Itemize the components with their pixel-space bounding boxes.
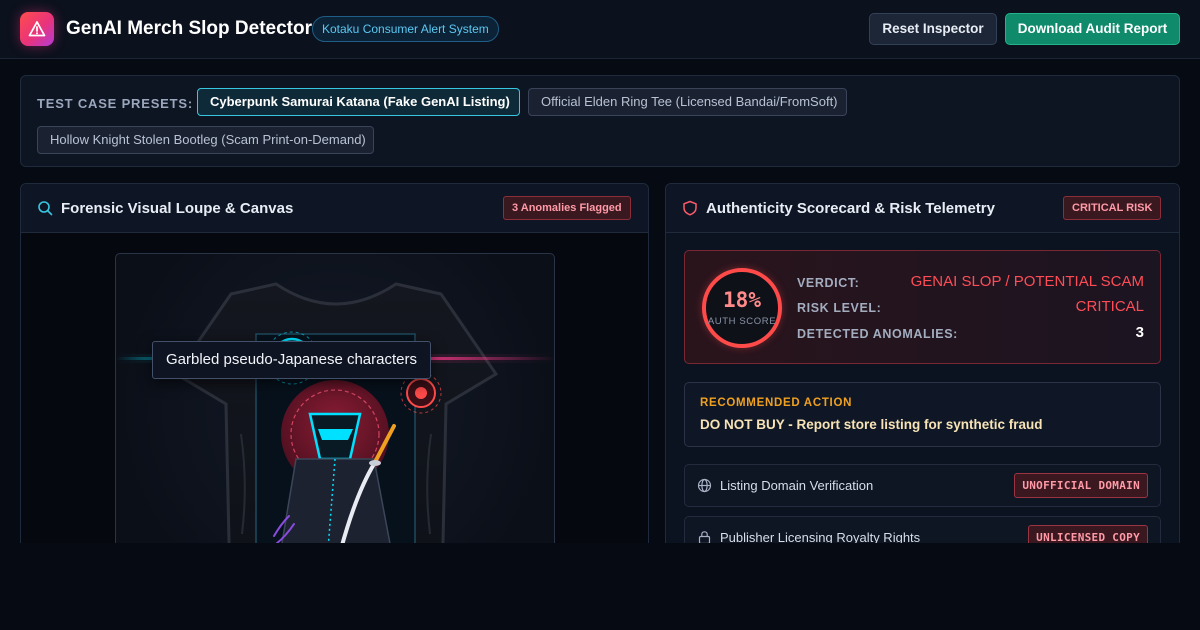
anomaly-tooltip: Garbled pseudo-Japanese characters <box>152 341 431 379</box>
loupe-panel-title: Forensic Visual Loupe & Canvas <box>61 200 294 217</box>
critical-risk-badge: CRITICAL RISK <box>1063 196 1162 220</box>
check-row-domain-verification[interactable]: Listing Domain Verification UNOFFICIAL D… <box>684 464 1161 507</box>
shield-icon <box>682 200 698 221</box>
preset-chip-hollow-knight-bootleg[interactable]: Hollow Knight Stolen Bootleg (Scam Print… <box>37 126 374 154</box>
preset-chip-elden-ring-tee[interactable]: Official Elden Ring Tee (Licensed Bandai… <box>528 88 847 116</box>
scorecard-panel-title: Authenticity Scorecard & Risk Telemetry <box>706 200 995 217</box>
download-audit-report-button[interactable]: Download Audit Report <box>1005 13 1180 45</box>
app-title: GenAI Merch Slop Detector <box>66 18 312 39</box>
warning-icon <box>20 12 54 46</box>
anomalies-flagged-badge: 3 Anomalies Flagged <box>503 196 631 220</box>
auth-score-label: AUTH SCORE <box>707 316 777 327</box>
recommended-action-label: RECOMMENDED ACTION <box>700 397 853 409</box>
risk-level-label: RISK LEVEL: <box>797 301 882 315</box>
anomalies-label: DETECTED ANOMALIES: <box>797 327 958 341</box>
check-status-domain: UNOFFICIAL DOMAIN <box>1014 473 1148 498</box>
presets-label: TEST CASE PRESETS: <box>37 96 193 111</box>
check-label-domain: Listing Domain Verification <box>720 478 874 493</box>
loupe-panel-header: Forensic Visual Loupe & Canvas 3 Anomali… <box>21 184 648 233</box>
test-case-presets: TEST CASE PRESETS: Cyberpunk Samurai Kat… <box>20 75 1180 167</box>
viewport-bottom-area <box>0 543 1200 630</box>
risk-score-card: 18% AUTH SCORE VERDICT: GENAI SLOP / POT… <box>684 250 1161 364</box>
recommended-action-text: DO NOT BUY - Report store listing for sy… <box>700 417 1043 432</box>
globe-icon <box>697 478 712 498</box>
verdict-value: GENAI SLOP / POTENTIAL SCAM <box>910 273 1144 290</box>
risk-level-value: CRITICAL <box>1075 298 1144 315</box>
auth-score-gauge: 18% AUTH SCORE <box>702 268 782 348</box>
preset-chip-cyberpunk-katana[interactable]: Cyberpunk Samurai Katana (Fake GenAI Lis… <box>197 88 520 116</box>
scorecard-panel-header: Authenticity Scorecard & Risk Telemetry … <box>666 184 1179 233</box>
reset-inspector-button[interactable]: Reset Inspector <box>869 13 997 45</box>
recommended-action-card: RECOMMENDED ACTION DO NOT BUY - Report s… <box>684 382 1161 447</box>
verdict-label: VERDICT: <box>797 276 860 290</box>
app-header: GenAI Merch Slop Detector Kotaku Consume… <box>0 0 1200 59</box>
system-badge: Kotaku Consumer Alert System <box>312 16 499 42</box>
anomalies-count: 3 <box>1135 324 1144 341</box>
search-icon <box>37 200 53 221</box>
auth-score-value: 18% <box>723 288 761 312</box>
